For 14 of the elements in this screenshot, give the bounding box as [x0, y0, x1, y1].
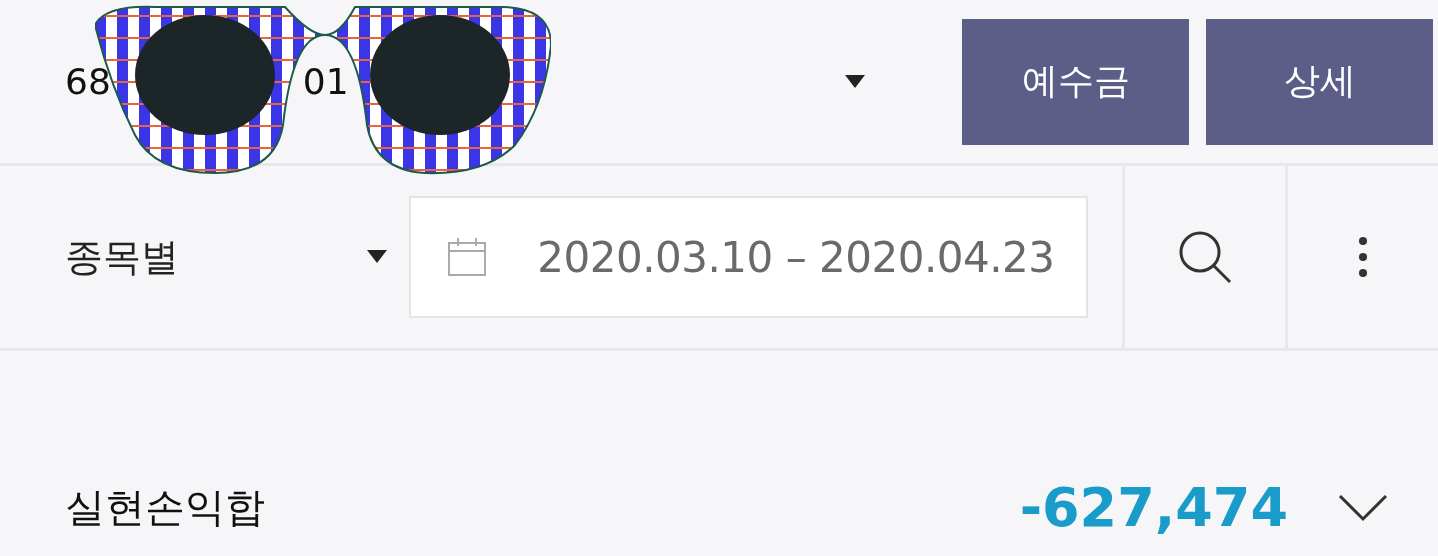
deposit-button[interactable]: 예수금: [962, 18, 1189, 145]
chevron-icon[interactable]: [1338, 493, 1388, 522]
detail-button[interactable]: 상세: [1206, 18, 1433, 145]
search-icon[interactable]: [1177, 229, 1234, 285]
date-range-field[interactable]: 2020.03.10 – 2020.04.23: [409, 196, 1089, 318]
filter-select[interactable]: 종목별: [65, 231, 179, 283]
account-number: 68: [65, 61, 111, 102]
caret-icon[interactable]: [367, 250, 388, 264]
summary-label: 실현손익합: [65, 483, 266, 532]
summary-value: -627,474: [1019, 476, 1288, 539]
more-icon[interactable]: [1357, 236, 1368, 278]
calendar-icon: [447, 237, 488, 277]
account-number: 01: [302, 61, 349, 102]
caret-icon[interactable]: [845, 74, 865, 89]
